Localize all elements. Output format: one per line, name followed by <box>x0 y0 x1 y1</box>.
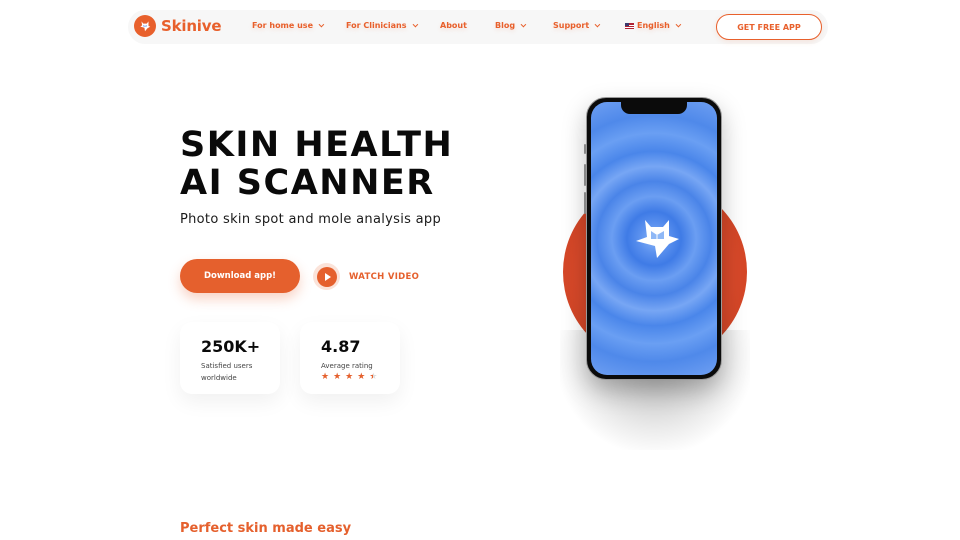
nav-for-home-use[interactable]: For home use <box>252 21 325 30</box>
chevron-down-icon <box>318 21 325 27</box>
fox-mascot-icon <box>636 220 679 258</box>
get-free-app-button[interactable]: GET FREE APP <box>716 14 822 40</box>
stat-card-rating: 4.87 Average rating ★ ★ ★ ★ ★ <box>300 322 400 394</box>
play-button-inner <box>316 266 337 287</box>
star-icon: ★ <box>321 372 330 382</box>
us-flag-icon <box>625 22 634 29</box>
watch-video-label: WATCH VIDEO <box>349 271 420 282</box>
nav-label: For Clinicians <box>346 21 407 30</box>
section-heading: Perfect skin made easy <box>180 521 352 536</box>
nav-for-clinicians[interactable]: For Clinicians <box>346 21 418 30</box>
chevron-down-icon <box>412 21 418 27</box>
nav-about[interactable]: About <box>440 21 467 30</box>
nav-support[interactable]: Support <box>553 21 601 30</box>
chevron-down-icon <box>520 21 527 27</box>
star-icon: ★ <box>333 372 342 382</box>
stat-value: 250K+ <box>201 337 261 356</box>
nav-blog[interactable]: Blog <box>495 21 527 30</box>
phone-screen <box>591 102 717 375</box>
hero-title-line-2: AI SCANNER <box>180 163 435 203</box>
phone-mockup <box>584 97 722 380</box>
phone-notch <box>621 102 687 114</box>
nav-label: English <box>637 21 670 30</box>
star-icon: ★ <box>357 372 366 382</box>
phone-side-button <box>584 164 586 186</box>
hero-subtitle: Photo skin spot and mole analysis app <box>180 212 441 227</box>
play-button[interactable] <box>313 263 340 290</box>
nav-label: For home use <box>252 21 313 30</box>
fox-mascot-icon <box>134 15 156 37</box>
hero-title: SKIN HEALTH AI SCANNER <box>180 126 453 202</box>
stat-label: Satisfied users worldwide <box>201 362 253 382</box>
nav-label: Support <box>553 21 590 30</box>
nav-label: Blog <box>495 21 516 30</box>
chevron-down-icon <box>675 21 682 27</box>
stat-card-users: 250K+ Satisfied users worldwide <box>180 322 280 394</box>
stat-value: 4.87 <box>321 337 361 356</box>
rating-stars: ★ ★ ★ ★ ★ <box>321 372 377 382</box>
phone-side-button <box>584 192 586 214</box>
brand-logo[interactable]: Skinive <box>134 15 221 37</box>
chevron-down-icon <box>594 21 601 27</box>
hero-title-line-1: SKIN HEALTH <box>180 125 454 165</box>
download-app-button[interactable]: Download app! <box>180 259 300 293</box>
star-icon: ★ <box>369 372 378 382</box>
nav-label: About <box>440 21 467 30</box>
brand-name: Skinive <box>161 17 222 35</box>
stat-label: Average rating <box>321 362 373 370</box>
phone-side-button <box>584 144 586 154</box>
nav-language[interactable]: English <box>625 21 682 30</box>
watch-video-link[interactable]: WATCH VIDEO <box>313 263 419 290</box>
play-icon <box>324 272 331 281</box>
star-icon: ★ <box>345 372 354 382</box>
